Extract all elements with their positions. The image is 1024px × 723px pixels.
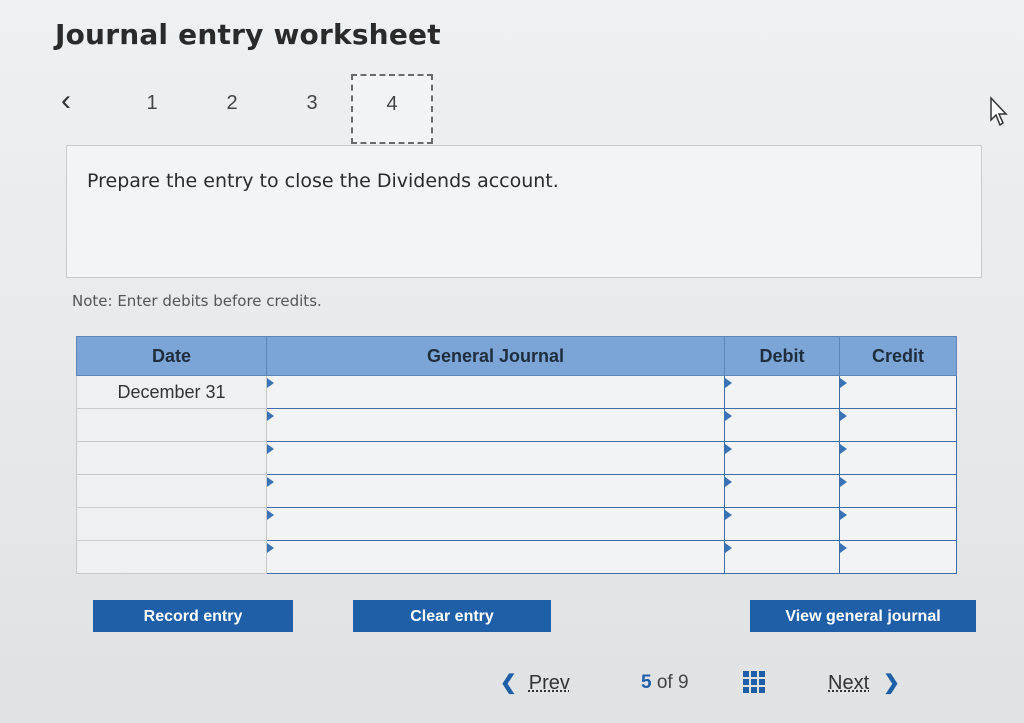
step-navigation: ‹ 1 2 3 4 <box>55 74 975 144</box>
account-cell[interactable] <box>266 507 725 541</box>
credit-input[interactable] <box>840 376 956 408</box>
instruction-box: Prepare the entry to close the Dividends… <box>66 145 982 278</box>
input-flag-icon <box>725 477 732 487</box>
input-flag-icon <box>840 510 847 520</box>
dropdown-flag-icon <box>267 378 274 388</box>
chevron-left-icon: ❮ <box>500 672 517 694</box>
credit-input[interactable] <box>840 409 956 441</box>
table-row <box>76 408 957 442</box>
debit-cell[interactable] <box>724 540 840 574</box>
table-row <box>76 540 957 574</box>
account-cell[interactable] <box>266 375 725 409</box>
dropdown-flag-icon <box>267 510 274 520</box>
account-cell[interactable] <box>266 408 725 442</box>
input-flag-icon <box>840 411 847 421</box>
credit-input[interactable] <box>840 442 956 474</box>
clear-entry-button[interactable]: Clear entry <box>353 600 551 632</box>
prev-label: Prev <box>528 672 570 694</box>
account-input[interactable] <box>267 508 724 540</box>
chevron-right-icon: ❯ <box>883 672 900 694</box>
dropdown-flag-icon <box>267 543 274 553</box>
date-cell <box>76 507 267 541</box>
next-button[interactable]: Next ❯ <box>828 670 900 695</box>
credit-cell[interactable] <box>839 474 957 508</box>
dropdown-flag-icon <box>267 477 274 487</box>
of-label: of <box>656 672 673 693</box>
table-row <box>76 507 957 541</box>
input-flag-icon <box>840 444 847 454</box>
dropdown-flag-icon <box>267 411 274 421</box>
credit-cell[interactable] <box>839 507 957 541</box>
debit-input[interactable] <box>725 475 839 507</box>
account-cell[interactable] <box>266 441 725 475</box>
grid-icon[interactable] <box>742 670 766 694</box>
input-flag-icon <box>725 411 732 421</box>
pagination: ❮ Prev 5 of 9 Next ❯ <box>0 668 1024 702</box>
credit-input[interactable] <box>840 508 956 540</box>
step-3[interactable]: 3 <box>297 92 327 115</box>
date-cell <box>76 474 267 508</box>
table-row <box>76 474 957 508</box>
debit-input[interactable] <box>725 376 839 408</box>
credit-cell[interactable] <box>839 408 957 442</box>
total-pages: 9 <box>678 672 689 693</box>
account-cell[interactable] <box>266 540 725 574</box>
credit-input[interactable] <box>840 541 956 573</box>
instruction-text: Prepare the entry to close the Dividends… <box>87 170 559 192</box>
dropdown-flag-icon <box>267 444 274 454</box>
credit-cell[interactable] <box>839 441 957 475</box>
mouse-pointer-icon <box>990 96 1008 127</box>
note-text: Note: Enter debits before credits. <box>72 292 322 310</box>
view-general-journal-button[interactable]: View general journal <box>750 600 976 632</box>
next-label: Next <box>828 672 870 694</box>
date-cell <box>76 441 267 475</box>
previous-step-icon[interactable]: ‹ <box>61 86 71 116</box>
account-cell[interactable] <box>266 474 725 508</box>
credit-cell[interactable] <box>839 540 957 574</box>
debit-input[interactable] <box>725 541 839 573</box>
input-flag-icon <box>725 510 732 520</box>
debit-cell[interactable] <box>724 474 840 508</box>
journal-table: Date General Journal Debit Credit Decemb… <box>76 336 957 574</box>
date-cell <box>76 408 267 442</box>
debit-input[interactable] <box>725 508 839 540</box>
page-counter: 5 of 9 <box>641 672 689 694</box>
debit-cell[interactable] <box>724 375 840 409</box>
credit-input[interactable] <box>840 475 956 507</box>
table-header-row: Date General Journal Debit Credit <box>76 336 957 376</box>
debit-input[interactable] <box>725 409 839 441</box>
account-input[interactable] <box>267 376 724 408</box>
column-header-debit: Debit <box>724 336 840 376</box>
account-input[interactable] <box>267 541 724 573</box>
column-header-credit: Credit <box>839 336 957 376</box>
debit-cell[interactable] <box>724 507 840 541</box>
date-cell <box>76 540 267 574</box>
debit-input[interactable] <box>725 442 839 474</box>
table-row: December 31 <box>76 375 957 409</box>
input-flag-icon <box>725 378 732 388</box>
step-4-active[interactable]: 4 <box>351 74 433 144</box>
input-flag-icon <box>725 444 732 454</box>
journal-entry-worksheet: Journal entry worksheet ‹ 1 2 3 4 Prepar… <box>0 0 1024 723</box>
record-entry-button[interactable]: Record entry <box>93 600 293 632</box>
page-title: Journal entry worksheet <box>55 18 441 51</box>
step-2[interactable]: 2 <box>217 92 247 115</box>
account-input[interactable] <box>267 475 724 507</box>
input-flag-icon <box>725 543 732 553</box>
table-row <box>76 441 957 475</box>
input-flag-icon <box>840 378 847 388</box>
input-flag-icon <box>840 543 847 553</box>
step-1[interactable]: 1 <box>137 92 167 115</box>
column-header-general-journal: General Journal <box>266 336 725 376</box>
debit-cell[interactable] <box>724 441 840 475</box>
prev-button[interactable]: ❮ Prev <box>500 670 570 695</box>
account-input[interactable] <box>267 409 724 441</box>
debit-cell[interactable] <box>724 408 840 442</box>
column-header-date: Date <box>76 336 267 376</box>
input-flag-icon <box>840 477 847 487</box>
date-cell: December 31 <box>76 375 267 409</box>
current-page: 5 <box>641 672 652 693</box>
credit-cell[interactable] <box>839 375 957 409</box>
account-input[interactable] <box>267 442 724 474</box>
